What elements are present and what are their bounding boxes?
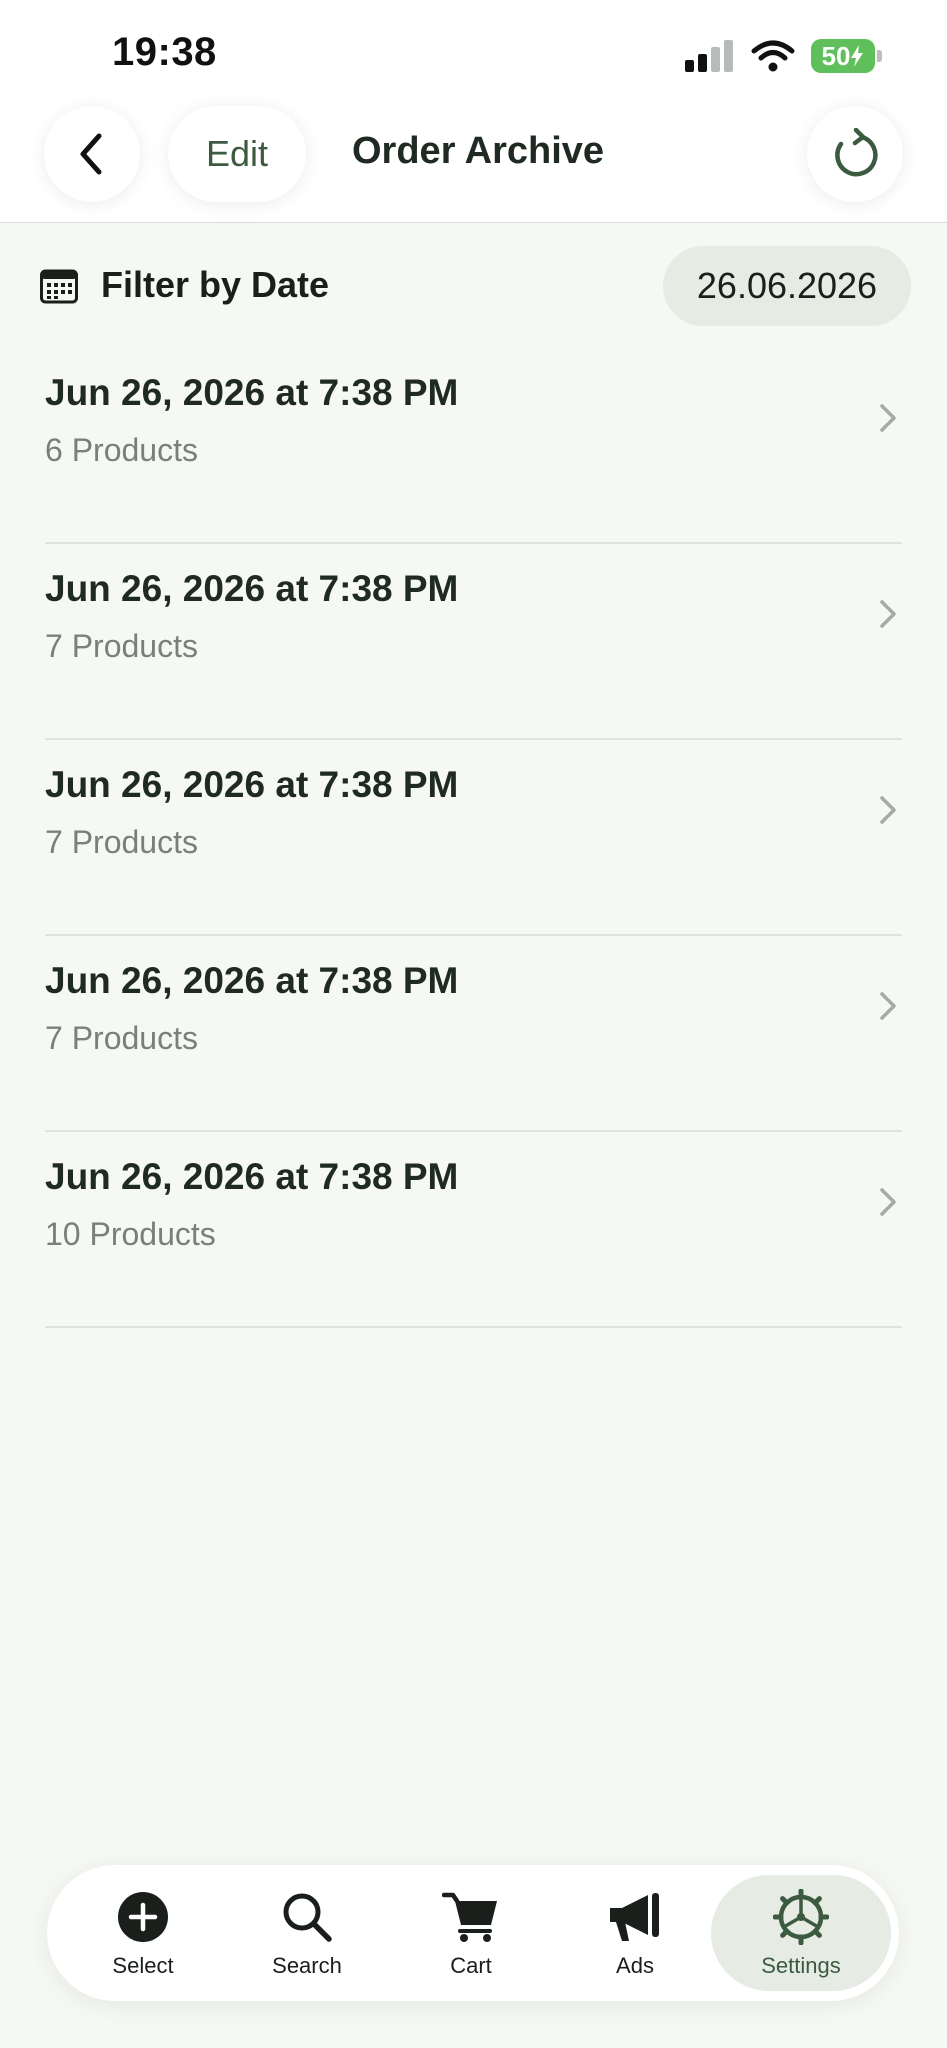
- status-bar: 19:38 50: [0, 0, 947, 100]
- tab-label: Settings: [761, 1953, 841, 1978]
- order-row[interactable]: Jun 26, 2026 at 7:38 PM 7 Products: [45, 936, 902, 1132]
- tab-label: Cart: [450, 1953, 492, 1978]
- plus-circle-icon: [118, 1892, 168, 1942]
- chevron-left-icon: [80, 133, 102, 175]
- charging-bolt-icon: [851, 45, 864, 67]
- order-list: Jun 26, 2026 at 7:38 PM 6 Products Jun 2…: [45, 348, 902, 1328]
- order-row[interactable]: Jun 26, 2026 at 7:38 PM 6 Products: [45, 348, 902, 544]
- chevron-right-icon: [880, 404, 896, 432]
- nav-header: Edit Order Archive: [0, 100, 947, 223]
- order-product-count: 7 Products: [45, 1020, 198, 1056]
- chevron-right-icon: [880, 796, 896, 824]
- search-icon: [283, 1893, 332, 1942]
- tab-ads[interactable]: Ads: [553, 1865, 717, 2001]
- order-product-count: 7 Products: [45, 824, 198, 860]
- order-row[interactable]: Jun 26, 2026 at 7:38 PM 7 Products: [45, 740, 902, 936]
- order-date: Jun 26, 2026 at 7:38 PM: [45, 960, 459, 1001]
- calendar-icon: [40, 269, 78, 304]
- tab-cart[interactable]: Cart: [389, 1865, 553, 2001]
- chevron-right-icon: [880, 1188, 896, 1216]
- order-product-count: 7 Products: [45, 628, 198, 664]
- order-row[interactable]: Jun 26, 2026 at 7:38 PM 7 Products: [45, 544, 902, 740]
- order-date: Jun 26, 2026 at 7:38 PM: [45, 764, 459, 805]
- tab-bar: Select Search Cart Ads Settings: [47, 1865, 899, 2001]
- tab-label: Select: [112, 1953, 174, 1978]
- order-date: Jun 26, 2026 at 7:38 PM: [45, 372, 459, 413]
- order-date: Jun 26, 2026 at 7:38 PM: [45, 568, 459, 609]
- gear-icon: [773, 1889, 829, 1945]
- status-time: 19:38: [112, 30, 217, 74]
- cellular-signal-icon: [685, 40, 733, 72]
- megaphone-icon: [610, 1893, 659, 1941]
- status-icons: 50: [685, 36, 882, 76]
- tab-search[interactable]: Search: [225, 1865, 389, 2001]
- tab-select[interactable]: Select: [61, 1865, 225, 2001]
- chevron-right-icon: [880, 600, 896, 628]
- page-title: Order Archive: [352, 130, 605, 172]
- chevron-right-icon: [880, 992, 896, 1020]
- refresh-icon: [835, 128, 878, 177]
- order-product-count: 10 Products: [45, 1216, 216, 1252]
- refresh-button[interactable]: [807, 106, 903, 202]
- date-picker-button[interactable]: 26.06.2026: [663, 246, 911, 326]
- wifi-icon: [751, 40, 795, 72]
- edit-button[interactable]: Edit: [168, 106, 306, 202]
- tab-label: Ads: [616, 1953, 654, 1978]
- back-button[interactable]: [44, 106, 140, 202]
- battery-level: 50: [821, 40, 851, 71]
- order-product-count: 6 Products: [45, 432, 198, 468]
- order-row[interactable]: Jun 26, 2026 at 7:38 PM 10 Products: [45, 1132, 902, 1328]
- tab-settings[interactable]: Settings: [719, 1865, 883, 2001]
- tab-label: Search: [272, 1953, 342, 1978]
- filter-row: Filter by Date 26.06.2026: [0, 222, 947, 346]
- filter-label: Filter by Date: [101, 264, 330, 305]
- battery-indicator: 50: [811, 39, 882, 73]
- cart-icon: [442, 1892, 497, 1942]
- order-date: Jun 26, 2026 at 7:38 PM: [45, 1156, 459, 1197]
